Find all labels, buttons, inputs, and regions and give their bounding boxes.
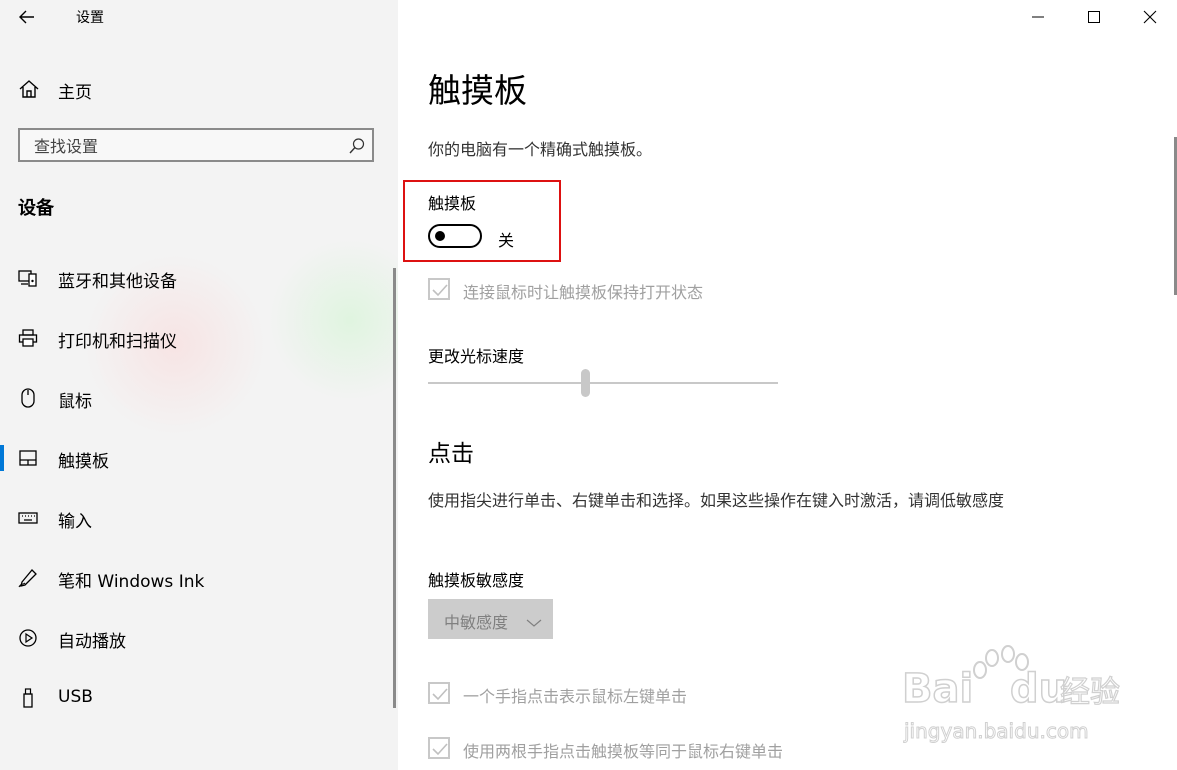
svg-text:经验: 经验 <box>1060 675 1120 710</box>
sidebar-scrollbar[interactable] <box>393 268 396 708</box>
page-title: 触摸板 <box>428 71 527 110</box>
svg-text:jingyan.baidu.com: jingyan.baidu.com <box>903 719 1089 743</box>
chevron-down-icon <box>526 613 542 632</box>
home-icon <box>18 79 40 103</box>
checkmark-icon <box>432 284 448 297</box>
taps-description: 使用指尖进行单击、右键单击和选择。如果这些操作在键入时激活，请调低敏感度 <box>428 491 1005 510</box>
checkbox-label: 一个手指点击表示鼠标左键单击 <box>463 687 688 706</box>
sidebar-item-bluetooth[interactable]: 蓝牙和其他设备 <box>0 258 392 298</box>
close-icon <box>1143 10 1157 24</box>
printer-icon <box>18 328 38 348</box>
sidebar-item-autoplay[interactable]: 自动播放 <box>0 618 392 658</box>
sensitivity-dropdown[interactable]: 中敏感度 <box>428 599 553 639</box>
checkmark-icon <box>432 743 448 756</box>
sidebar-item-label: 自动播放 <box>58 632 126 652</box>
minimize-button[interactable] <box>1015 2 1061 32</box>
minimize-icon <box>1032 16 1044 18</box>
svg-text:Bai: Bai <box>902 666 973 712</box>
dropdown-value: 中敏感度 <box>444 613 509 632</box>
keyboard-icon <box>18 508 38 528</box>
search-icon[interactable] <box>348 137 366 159</box>
sensitivity-label: 触摸板敏感度 <box>428 571 525 590</box>
toggle-state-label: 关 <box>498 231 515 250</box>
sidebar-item-mouse[interactable]: 鼠标 <box>0 378 392 418</box>
two-finger-tap-checkbox[interactable] <box>428 737 450 759</box>
touchpad-toggle[interactable] <box>428 224 482 248</box>
checkbox-label: 连接鼠标时让触摸板保持打开状态 <box>463 283 704 302</box>
mouse-icon <box>18 388 38 408</box>
cursor-speed-label: 更改光标速度 <box>428 347 525 366</box>
sidebar-item-pen[interactable]: 笔和 Windows Ink <box>0 558 392 598</box>
sidebar-item-printers[interactable]: 打印机和扫描仪 <box>0 318 392 358</box>
bluetooth-devices-icon <box>18 268 38 288</box>
keep-on-checkbox[interactable] <box>428 278 450 300</box>
sidebar-item-home[interactable]: 主页 <box>0 73 398 105</box>
sidebar-item-label: 笔和 Windows Ink <box>58 572 205 592</box>
toggle-heading: 触摸板 <box>428 194 477 213</box>
sidebar-item-typing[interactable]: 输入 <box>0 498 392 538</box>
cursor-speed-track[interactable] <box>428 382 778 384</box>
back-arrow-icon <box>19 10 34 24</box>
touchpad-icon <box>18 448 38 468</box>
sidebar-item-label: 主页 <box>58 83 92 103</box>
autoplay-icon <box>18 628 38 648</box>
search-input[interactable] <box>32 134 336 158</box>
page-description: 你的电脑有一个精确式触摸板。 <box>428 140 653 159</box>
highlight-box <box>403 180 561 262</box>
active-indicator <box>0 445 4 471</box>
sidebar-item-label: 输入 <box>58 512 92 532</box>
close-button[interactable] <box>1127 2 1173 32</box>
maximize-icon <box>1088 11 1100 23</box>
checkbox-label: 使用两根手指点击触摸板等同于鼠标右键单击 <box>463 742 784 761</box>
sidebar-item-label: 打印机和扫描仪 <box>58 332 177 352</box>
sidebar-item-usb[interactable]: USB <box>0 678 392 718</box>
sidebar-item-label: 鼠标 <box>58 392 92 412</box>
back-button[interactable] <box>14 5 42 29</box>
cursor-speed-thumb[interactable] <box>581 369 590 397</box>
baidu-watermark-logo: Bai du 经验 jingyan.baidu.com <box>901 645 1120 744</box>
app-title: 设置 <box>76 10 104 26</box>
one-finger-tap-checkbox[interactable] <box>428 682 450 704</box>
search-field[interactable] <box>18 128 374 162</box>
toggle-knob <box>435 231 445 241</box>
pen-icon <box>18 568 38 588</box>
sidebar-item-label: USB <box>58 687 93 707</box>
checkmark-icon <box>432 688 448 701</box>
sidebar-section-title: 设备 <box>18 198 54 219</box>
maximize-button[interactable] <box>1071 2 1117 32</box>
sidebar-item-label: 蓝牙和其他设备 <box>58 272 177 292</box>
sidebar: 设置 主页 设备 蓝牙和其他设备 <box>0 0 398 770</box>
svg-text:du: du <box>1010 666 1067 712</box>
sidebar-item-touchpad[interactable]: 触摸板 <box>0 438 392 478</box>
usb-icon <box>18 688 38 708</box>
taps-heading: 点击 <box>428 441 474 467</box>
sidebar-item-label: 触摸板 <box>58 452 109 472</box>
